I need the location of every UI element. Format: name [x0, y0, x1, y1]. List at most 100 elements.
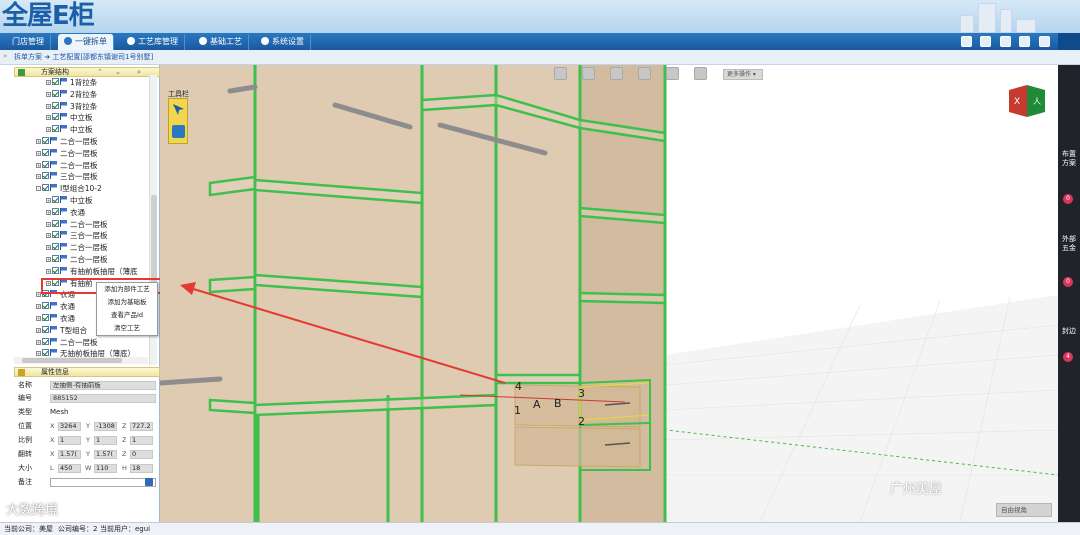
edge-banding-tab[interactable]: 封边 — [1062, 327, 1076, 336]
expand-toggle-icon[interactable]: + — [36, 174, 41, 180]
tree-item[interactable]: + 二合一层板 — [36, 148, 98, 160]
copy-icon[interactable] — [172, 125, 185, 138]
expand-toggle-icon[interactable]: + — [46, 221, 51, 227]
tab-process-library[interactable]: 工艺库管理 — [121, 34, 185, 50]
rotation-z-field[interactable]: 0 — [130, 450, 153, 459]
expand-toggle-icon[interactable]: + — [36, 351, 41, 357]
expand-toggle-icon[interactable]: + — [46, 103, 51, 109]
expand-toggle-icon[interactable]: + — [36, 162, 41, 168]
rotation-x-field[interactable]: 1.57( — [58, 450, 81, 459]
prop-code-value[interactable]: 885152 — [50, 394, 156, 403]
tree-item[interactable]: + 三合一层板 — [36, 171, 98, 183]
tab-store-management[interactable]: 门店管理 — [6, 34, 51, 50]
search-icon[interactable]: ⌕ — [137, 68, 141, 77]
tree-checkbox[interactable] — [52, 89, 59, 97]
menu-item-clear-process[interactable]: 清空工艺 — [97, 322, 157, 334]
menu-item-add-part-process[interactable]: 添加为部件工艺 — [97, 283, 157, 295]
tree-checkbox[interactable] — [52, 231, 59, 239]
tree-hscrollbar[interactable] — [14, 357, 148, 364]
tree-item[interactable]: + 二合一层板 — [46, 219, 108, 231]
tree-checkbox[interactable] — [42, 349, 49, 357]
tree-checkbox[interactable] — [42, 337, 49, 345]
tab-system-settings[interactable]: 系统设置 — [255, 34, 311, 50]
expand-toggle-icon[interactable]: + — [46, 91, 51, 97]
tree-checkbox[interactable] — [52, 125, 59, 133]
menu-item-add-base-board[interactable]: 添加为基础板 — [97, 296, 157, 308]
tree-item[interactable]: + 二合一层板 — [36, 337, 98, 349]
position-x-field[interactable]: 3264 — [58, 422, 81, 431]
tree-checkbox[interactable] — [52, 207, 59, 215]
expand-all-icon[interactable]: ⌄ — [115, 68, 121, 77]
select-arrow-icon[interactable] — [172, 103, 185, 116]
position-y-field[interactable]: -1308 — [94, 422, 117, 431]
size-w-field[interactable]: 110 — [94, 464, 117, 473]
tree-item[interactable]: + 三合一层板 — [46, 230, 108, 242]
layout-plan-tab[interactable]: 布置方案 — [1062, 150, 1076, 168]
prop-name-value[interactable]: 左抽侧-有抽前板 — [50, 381, 156, 390]
tree-checkbox[interactable] — [42, 184, 49, 192]
tree-item[interactable]: + 二合一层板 — [36, 136, 98, 148]
tree-item[interactable]: + T型组合 — [36, 325, 87, 337]
expand-toggle-icon[interactable]: + — [46, 115, 51, 121]
view-mode-select[interactable]: 自由视角 — [996, 503, 1052, 517]
tree-item[interactable]: + 有抽前板抽屉（薄底 — [46, 266, 138, 278]
tree-checkbox[interactable] — [52, 196, 59, 203]
target-icon[interactable] — [582, 67, 595, 80]
rotation-y-field[interactable]: 1.57( — [94, 450, 117, 459]
tree-checkbox[interactable] — [42, 325, 49, 333]
3d-viewport[interactable]: 4 A B 3 1 2 工具栏 更多操作 ▾ X 人 自由视角 广州美屋 — [160, 65, 1058, 522]
external-hardware-tab[interactable]: 外部五金 — [1062, 235, 1076, 253]
save-icon[interactable] — [145, 478, 153, 486]
expand-toggle-icon[interactable]: + — [46, 127, 51, 133]
menu-item-view-product-id[interactable]: 查看产品Id — [97, 309, 157, 321]
tree-item[interactable]: + 中立板 — [46, 195, 93, 207]
exit-icon[interactable] — [1039, 36, 1050, 47]
tree-item[interactable]: - I型组合10-2 — [36, 183, 102, 195]
tree-item[interactable]: + 衣通 — [36, 313, 75, 325]
scale-z-field[interactable]: 1 — [130, 436, 153, 445]
expand-toggle-icon[interactable]: + — [36, 327, 41, 333]
expand-toggle-icon[interactable]: + — [36, 339, 41, 345]
layers-icon[interactable] — [638, 67, 651, 80]
user-icon[interactable] — [999, 36, 1011, 47]
tool-icon[interactable] — [694, 67, 707, 80]
tree-item[interactable]: + 二合一层板 — [36, 160, 98, 172]
tree-checkbox[interactable] — [52, 113, 59, 121]
expand-toggle-icon[interactable]: + — [46, 257, 51, 262]
expand-toggle-icon[interactable]: + — [36, 150, 41, 156]
expand-toggle-icon[interactable]: + — [46, 245, 51, 251]
scrollbar-thumb[interactable] — [22, 358, 122, 363]
tree-item[interactable]: + 中立板 — [46, 124, 93, 136]
tree-checkbox[interactable] — [52, 101, 59, 109]
tree-checkbox[interactable] — [42, 302, 49, 310]
monitor-icon[interactable] — [960, 36, 972, 47]
expand-toggle-icon[interactable]: + — [46, 233, 51, 239]
cube-icon[interactable] — [610, 67, 623, 80]
expand-toggle-icon[interactable]: + — [46, 198, 51, 203]
tree-item[interactable]: +3背拉条 — [46, 101, 97, 113]
gear-icon[interactable] — [1019, 36, 1031, 47]
expand-toggle-icon[interactable]: + — [36, 316, 41, 321]
expand-toggle-icon[interactable]: + — [46, 268, 51, 274]
tree-item[interactable]: + 中立板 — [46, 112, 93, 124]
expand-toggle-icon[interactable]: + — [36, 139, 41, 144]
view-cube[interactable]: X 人 — [1007, 82, 1047, 120]
position-z-field[interactable]: 727.2 — [130, 422, 153, 431]
tree-checkbox[interactable] — [42, 172, 49, 180]
tree-item[interactable]: + 二合一层板 — [46, 242, 108, 254]
tree-item[interactable]: + 衣通 — [46, 207, 85, 219]
tree-checkbox[interactable] — [52, 266, 59, 274]
expand-toggle-icon[interactable]: + — [46, 80, 51, 85]
expand-toggle-icon[interactable]: + — [36, 304, 41, 310]
expand-toggle-icon[interactable]: - — [36, 186, 41, 192]
expand-toggle-icon[interactable]: + — [46, 209, 51, 215]
tree-item[interactable]: +2背拉条 — [46, 89, 97, 101]
more-operations-dropdown[interactable]: 更多操作 ▾ — [723, 69, 763, 80]
tree-item[interactable]: + 二合一层板 — [46, 254, 108, 266]
scale-y-field[interactable]: 1 — [94, 436, 117, 445]
tab-basic-process[interactable]: 基础工艺 — [193, 34, 249, 50]
tree-checkbox[interactable] — [52, 78, 59, 85]
size-h-field[interactable]: 18 — [130, 464, 153, 473]
tree-checkbox[interactable] — [42, 160, 49, 168]
tree-item[interactable]: + 衣通 — [36, 301, 75, 313]
